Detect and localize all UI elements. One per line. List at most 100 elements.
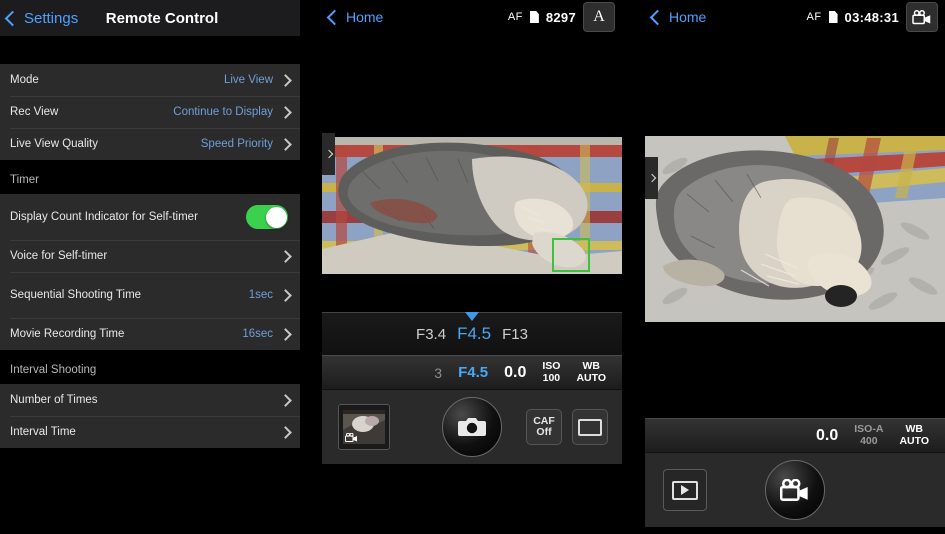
row-label: Rec View <box>10 105 59 118</box>
wb-value: AUTO <box>576 371 606 384</box>
wb-label: WB <box>582 360 600 373</box>
settings-row-sequential-shooting-time[interactable]: Sequential Shooting Time 1sec <box>0 272 300 318</box>
row-value: Speed Priority <box>200 138 273 150</box>
frame-icon <box>578 418 602 436</box>
chevron-right-icon <box>647 173 656 183</box>
movie-letterbox-bottom <box>645 322 945 418</box>
toggle-knob <box>265 206 287 228</box>
shots-remaining-count: 8297 <box>545 9 576 25</box>
live-right-buttons: CAF Off <box>526 409 608 445</box>
movie-status-cluster: AF 03:48:31 <box>806 2 938 32</box>
row-label: Interval Time <box>10 425 76 438</box>
last-capture-thumbnail[interactable] <box>338 404 390 450</box>
status-exposure-compensation[interactable]: 0.0 <box>816 427 838 445</box>
chevron-left-icon <box>326 9 343 25</box>
display-frame-button[interactable] <box>572 409 608 445</box>
iso-label: ISO-A <box>854 423 884 436</box>
row-label: Voice for Self-timer <box>10 249 108 262</box>
shutter-button[interactable] <box>442 397 502 457</box>
panel-divider-1 <box>300 0 322 534</box>
chevron-right-icon <box>279 105 292 119</box>
status-white-balance[interactable]: WB AUTO <box>899 424 929 446</box>
settings-row-live-view-quality[interactable]: Live View Quality Speed Priority <box>0 128 300 160</box>
section-header-interval-shooting: Interval Shooting <box>0 350 300 384</box>
status-exposure-compensation[interactable]: 0.0 <box>504 364 526 382</box>
top-spacer <box>0 36 300 64</box>
movie-panel: Home AF 03:48:31 0.0 ISO-A 400 WB AUTO <box>645 0 945 534</box>
burst-count: 3 <box>434 364 443 381</box>
settings-row-number-of-times[interactable]: Number of Times <box>0 384 300 416</box>
settings-row-movie-recording-time[interactable]: Movie Recording Time 16sec <box>0 318 300 350</box>
iso-label: ISO <box>542 360 561 373</box>
shooting-mode-button[interactable]: A <box>583 2 615 32</box>
wb-label: WB <box>905 423 923 436</box>
af-focus-box <box>552 238 590 272</box>
movie-side-panel-tab[interactable] <box>645 157 658 199</box>
af-indicator: AF <box>507 11 523 23</box>
display-count-indicator-toggle[interactable] <box>246 205 288 229</box>
settings-group-timer: Display Count Indicator for Self-timer V… <box>0 194 300 350</box>
aperture-selected-value[interactable]: F4.5 <box>457 324 491 344</box>
chevron-right-icon <box>324 149 333 159</box>
status-white-balance[interactable]: WB AUTO <box>576 361 606 383</box>
movie-preview-image <box>645 136 945 322</box>
movie-camera-icon <box>345 433 357 442</box>
chevron-left-icon <box>649 9 666 25</box>
section-header-timer: Timer <box>0 160 300 194</box>
play-icon <box>672 480 698 500</box>
shooting-mode-button[interactable] <box>906 2 938 32</box>
status-aperture[interactable]: F4.5 <box>458 364 488 381</box>
camera-icon <box>458 418 486 436</box>
live-status-cluster: AF 8297 A <box>508 2 615 32</box>
movie-viewport[interactable] <box>645 34 945 322</box>
mode-badge-label: A <box>593 8 605 25</box>
settings-row-rec-view[interactable]: Rec View Continue to Display <box>0 96 300 128</box>
movie-navbar: Home AF 03:48:31 <box>645 0 945 34</box>
settings-panel: Settings Remote Control Mode Live View R… <box>0 0 300 534</box>
movie-record-button[interactable] <box>765 460 825 520</box>
settings-row-voice-self-timer[interactable]: Voice for Self-timer <box>0 240 300 272</box>
af-indicator: AF <box>806 11 822 23</box>
row-value: 1sec <box>248 289 273 301</box>
settings-row-display-count-indicator[interactable]: Display Count Indicator for Self-timer <box>0 194 300 240</box>
row-label: Sequential Shooting Time <box>10 288 142 301</box>
settings-group-interval: Number of Times Interval Time <box>0 384 300 448</box>
chevron-right-icon <box>279 288 292 302</box>
live-home-label: Home <box>346 9 384 25</box>
row-label: Number of Times <box>10 393 98 406</box>
remaining-timecode: 03:48:31 <box>844 9 899 25</box>
chevron-left-icon <box>4 10 21 26</box>
live-view-viewport[interactable] <box>322 34 622 274</box>
letterbox-top <box>322 34 622 137</box>
movie-status-bar: 0.0 ISO-A 400 WB AUTO <box>645 418 945 452</box>
play-triangle <box>681 485 689 495</box>
aperture-slider[interactable]: F3.4 F4.5 F13 <box>322 312 622 355</box>
status-iso[interactable]: ISO-A 400 <box>854 424 883 446</box>
settings-navbar: Settings Remote Control <box>0 0 300 36</box>
settings-back-label: Settings <box>24 9 79 27</box>
live-side-panel-tab[interactable] <box>322 133 335 175</box>
chevron-right-icon <box>279 73 292 87</box>
movie-camera-icon <box>780 478 808 501</box>
settings-row-mode[interactable]: Mode Live View <box>0 64 300 96</box>
movie-home-label: Home <box>669 9 707 25</box>
movie-home-button[interactable]: Home <box>649 9 707 25</box>
row-label: Live View Quality <box>10 137 98 150</box>
row-label: Display Count Indicator for Self-timer <box>10 210 198 223</box>
chevron-right-icon <box>279 425 292 439</box>
live-status-bar: 3 F4.5 0.0 ISO 100 WB AUTO <box>322 355 622 389</box>
live-toolbar: CAF Off <box>322 389 622 464</box>
caf-toggle-button[interactable]: CAF Off <box>526 409 562 445</box>
settings-back-button[interactable]: Settings <box>0 10 78 27</box>
aperture-min-value[interactable]: F3.4 <box>416 326 446 343</box>
file-icon <box>529 11 539 23</box>
aperture-selection-caret <box>465 312 479 321</box>
status-iso[interactable]: ISO 100 <box>542 361 560 383</box>
settings-row-interval-time[interactable]: Interval Time <box>0 416 300 448</box>
chevron-right-icon <box>279 249 292 263</box>
aperture-max-value[interactable]: F13 <box>502 326 528 343</box>
settings-group-general: Mode Live View Rec View Continue to Disp… <box>0 64 300 160</box>
row-value: Continue to Display <box>173 106 273 118</box>
live-home-button[interactable]: Home <box>326 9 384 25</box>
playback-button[interactable] <box>663 469 707 511</box>
